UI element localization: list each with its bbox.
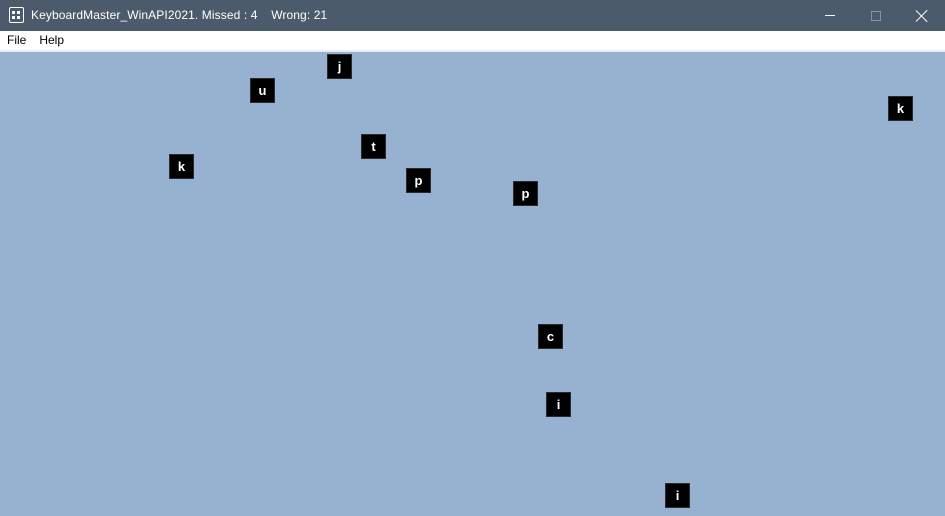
menu-file[interactable]: File <box>0 31 32 50</box>
falling-letter: i <box>546 392 571 417</box>
window-title: KeyboardMaster_WinAPI2021. Missed : 4 Wr… <box>31 8 328 22</box>
maximize-icon <box>871 10 881 21</box>
app-icon <box>9 7 24 23</box>
minimize-button[interactable] <box>807 0 853 31</box>
falling-letter: p <box>406 168 431 193</box>
minimize-icon <box>825 15 835 16</box>
menu-help[interactable]: Help <box>32 31 70 50</box>
falling-letter: k <box>888 96 913 121</box>
falling-letter: t <box>361 134 386 159</box>
falling-letter: u <box>250 78 275 103</box>
falling-letter: j <box>327 54 352 79</box>
menu-bar: File Help <box>0 31 945 50</box>
falling-letter: p <box>513 181 538 206</box>
falling-letter: i <box>665 483 690 508</box>
title-bar: KeyboardMaster_WinAPI2021. Missed : 4 Wr… <box>0 0 945 31</box>
falling-letter: c <box>538 324 563 349</box>
close-icon <box>916 10 928 22</box>
close-button[interactable] <box>899 0 945 31</box>
game-area[interactable]: j u k t k p p c i i <box>0 52 945 516</box>
maximize-button[interactable] <box>853 0 899 31</box>
falling-letter: k <box>169 154 194 179</box>
